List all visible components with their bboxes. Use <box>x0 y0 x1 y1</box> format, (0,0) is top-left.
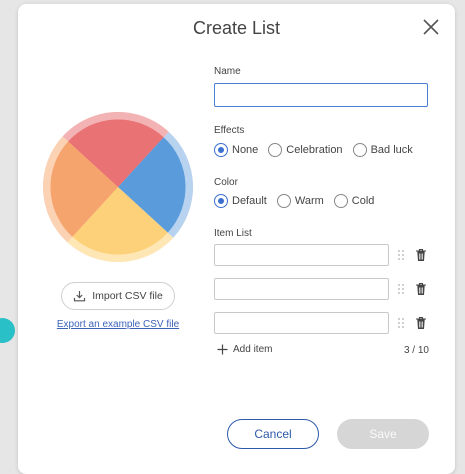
close-icon[interactable] <box>421 17 441 37</box>
background-dot <box>0 318 15 343</box>
import-csv-button[interactable]: Import CSV file <box>61 282 175 310</box>
name-input[interactable] <box>214 83 428 107</box>
radio-selected-icon <box>214 143 228 157</box>
trash-icon[interactable] <box>415 248 427 262</box>
drag-handle-icon[interactable] <box>397 249 405 261</box>
item-input[interactable] <box>214 312 389 334</box>
create-list-dialog: Create List Import CSV file Export an ex… <box>18 4 455 474</box>
effects-label: Effects <box>214 125 245 136</box>
dialog-title: Create List <box>192 18 281 38</box>
item-list-label: Item List <box>214 228 252 239</box>
add-item-label: Add item <box>233 344 273 355</box>
radio-label: Warm <box>294 195 324 207</box>
radio-label: Celebration <box>286 144 343 156</box>
add-item-button[interactable]: Add item <box>217 344 272 355</box>
color-option-cold[interactable]: Cold <box>333 194 375 208</box>
item-count: 3 / 10 <box>403 345 429 356</box>
effects-option-celebration[interactable]: Celebration <box>268 143 343 157</box>
color-option-default[interactable]: Default <box>214 194 267 208</box>
radio-selected-icon <box>214 194 228 208</box>
radio-label: None <box>232 144 259 156</box>
item-input[interactable] <box>214 244 389 266</box>
download-icon <box>74 291 86 302</box>
list-item <box>214 312 429 334</box>
drag-handle-icon[interactable] <box>397 283 405 295</box>
effects-radio-group: None Celebration Bad luck <box>214 143 423 157</box>
list-item <box>214 278 429 300</box>
wheel-preview <box>43 112 193 262</box>
import-csv-label: Import CSV file <box>92 290 163 302</box>
radio-unselected-icon <box>276 194 291 208</box>
effects-option-bad-luck[interactable]: Bad luck <box>352 143 413 157</box>
color-option-warm[interactable]: Warm <box>276 194 324 208</box>
radio-unselected-icon <box>352 143 367 157</box>
drag-handle-icon[interactable] <box>397 317 405 329</box>
cancel-button[interactable]: Cancel <box>227 419 319 449</box>
list-item <box>214 244 429 266</box>
radio-unselected-icon <box>333 194 348 208</box>
radio-label: Cold <box>351 195 375 207</box>
trash-icon[interactable] <box>415 282 427 296</box>
radio-label: Default <box>232 195 267 207</box>
name-label: Name <box>214 66 241 77</box>
effects-option-none[interactable]: None <box>214 143 258 157</box>
radio-unselected-icon <box>268 143 283 157</box>
trash-icon[interactable] <box>415 316 427 330</box>
color-label: Color <box>214 177 238 188</box>
plus-icon <box>217 344 228 355</box>
color-radio-group: Default Warm Cold <box>214 194 384 208</box>
export-example-csv-link[interactable]: Export an example CSV file <box>18 319 218 330</box>
item-input[interactable] <box>214 278 389 300</box>
save-button[interactable]: Save <box>337 419 429 449</box>
radio-label: Bad luck <box>370 144 413 156</box>
